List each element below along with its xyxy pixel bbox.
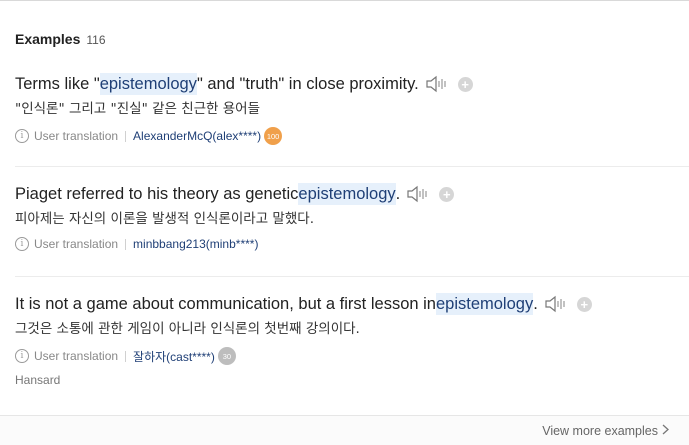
view-more-label: View more examples	[542, 424, 658, 438]
divider	[125, 238, 127, 250]
example-english-pre: Terms like "	[15, 75, 100, 93]
example-korean: 그것은 소통에 관한 게임이 아니라 인식론의 첫번째 강의이다.	[15, 321, 360, 337]
info-icon[interactable]: i	[15, 237, 29, 251]
example-meta: i User translation minbbang213(minb****)	[15, 237, 689, 251]
example-english: Terms like " epistemology " and "truth" in…	[15, 73, 689, 95]
example-item: It is not a game about communication, bu…	[15, 293, 689, 393]
user-link[interactable]: AlexanderMcQ(alex****)	[133, 129, 261, 143]
example-item: Terms like " epistemology " and "truth" in…	[15, 73, 689, 167]
example-meta: i User translation AlexanderMcQ(alex****…	[15, 127, 689, 145]
speaker-icon[interactable]	[425, 74, 449, 94]
example-item: Piaget referred to his theory as genetic…	[15, 183, 689, 277]
example-english-pre: It is not a game about communication, bu…	[15, 295, 436, 313]
example-korean: "인식론" 그리고 "진실" 같은 친근한 용어들	[15, 101, 261, 117]
plus-icon[interactable]: +	[439, 186, 455, 202]
example-english: Piaget referred to his theory as genetic…	[15, 183, 689, 205]
info-icon[interactable]: i	[15, 349, 29, 363]
examples-header: Examples 116	[15, 31, 106, 47]
user-link[interactable]: minbbang213(minb****)	[133, 237, 258, 251]
examples-title: Examples	[15, 31, 81, 47]
divider	[125, 130, 127, 142]
chevron-right-icon	[662, 424, 669, 438]
example-source: Hansard	[15, 373, 61, 387]
user-level-badge: 30	[217, 347, 236, 365]
view-more-examples-link[interactable]: View more examples	[542, 424, 669, 438]
divider	[125, 350, 127, 362]
speaker-icon[interactable]	[406, 184, 430, 204]
examples-count: 116	[86, 33, 106, 47]
translation-type: User translation	[34, 237, 119, 251]
info-icon[interactable]: i	[15, 129, 29, 143]
user-level-badge: 100	[264, 127, 283, 145]
example-korean: 피아제는 자신의 이론을 발생적 인식론이라고 말했다.	[15, 211, 314, 227]
example-keyword-highlight[interactable]: epistemology	[298, 183, 396, 205]
example-english: It is not a game about communication, bu…	[15, 293, 689, 315]
example-english-post: " and "truth" in close proximity.	[196, 75, 419, 93]
plus-icon[interactable]: +	[457, 76, 473, 92]
example-english-post: .	[395, 185, 401, 203]
example-english-post: .	[533, 295, 538, 313]
example-english-pre: Piaget referred to his theory as genetic	[15, 185, 299, 203]
example-meta: i User translation 잘하자(cast****) 30	[15, 347, 689, 365]
example-keyword-highlight[interactable]: epistemology	[99, 73, 197, 95]
example-keyword-highlight[interactable]: epistemology	[435, 293, 534, 315]
examples-footer: View more examples	[0, 415, 689, 445]
examples-panel: Examples 116 Terms like " epistemology " a…	[0, 0, 689, 445]
translation-type: User translation	[34, 349, 119, 363]
speaker-icon[interactable]	[544, 294, 568, 314]
user-link[interactable]: 잘하자(cast****)	[133, 348, 215, 365]
translation-type: User translation	[34, 129, 119, 143]
plus-icon[interactable]: +	[576, 296, 592, 312]
